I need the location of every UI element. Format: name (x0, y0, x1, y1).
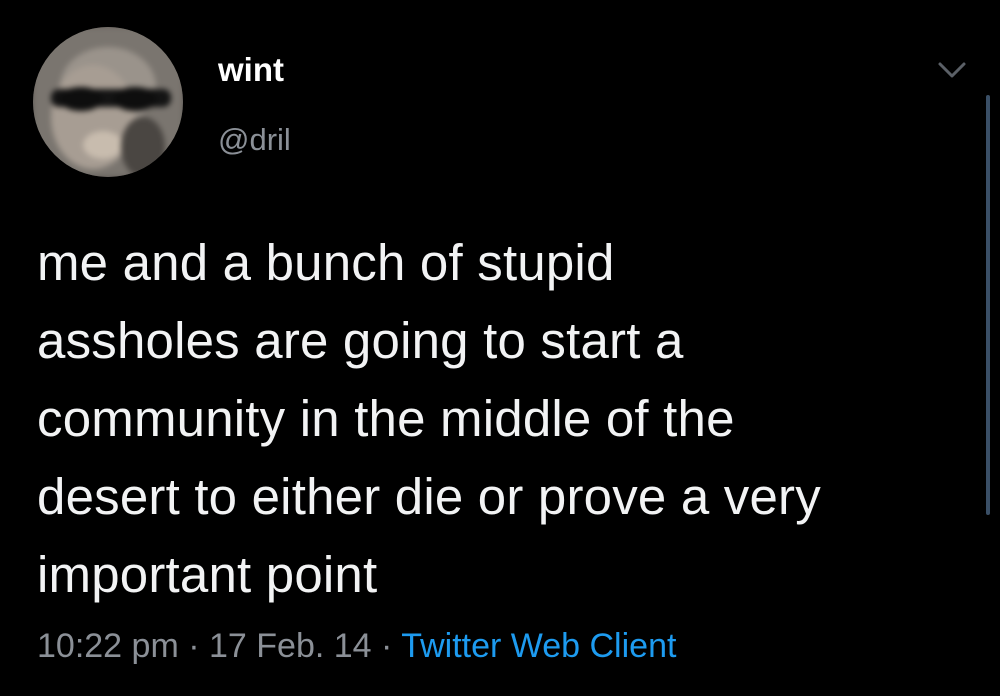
display-name[interactable]: wint (218, 50, 284, 90)
tweet-source-link[interactable]: Twitter Web Client (401, 627, 676, 665)
tweet-text-line: important point (37, 546, 378, 603)
tweet-text-line: assholes are going to start a (37, 312, 684, 369)
scrollbar[interactable] (986, 95, 990, 515)
avatar[interactable] (33, 27, 183, 177)
tweet-date[interactable]: 17 Feb. 14 (209, 627, 372, 665)
meta-separator: · (188, 627, 200, 665)
tweet-text-line: me and a bunch of stupid (37, 234, 615, 291)
tweet-time[interactable]: 10:22 pm (37, 627, 179, 665)
tweet-text-line: desert to either die or prove a very (37, 468, 821, 525)
tweet-text: me and a bunch of stupid assholes are go… (37, 224, 977, 614)
meta-separator: · (381, 627, 393, 665)
chevron-down-icon[interactable] (932, 55, 972, 85)
tweet-meta: 10:22 pm · 17 Feb. 14 · Twitter Web Clie… (37, 622, 676, 670)
tweet-text-line: community in the middle of the (37, 390, 735, 447)
user-handle[interactable]: @dril (218, 120, 291, 160)
avatar-image (33, 27, 183, 177)
tweet-card: wint @dril me and a bunch of stupid assh… (0, 0, 1000, 696)
